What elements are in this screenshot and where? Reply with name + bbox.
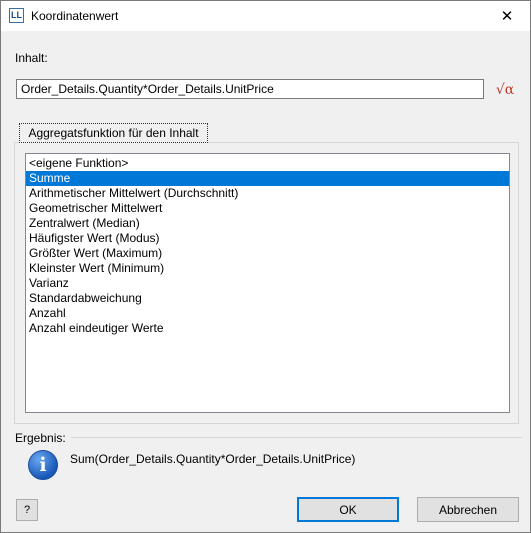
app-icon: LL xyxy=(9,8,24,23)
list-item[interactable]: Häufigster Wert (Modus) xyxy=(26,231,509,246)
window-title: Koordinatenwert xyxy=(31,9,119,23)
list-item[interactable]: Anzahl eindeutiger Werte xyxy=(26,321,509,336)
list-item[interactable]: Arithmetischer Mittelwert (Durchschnitt) xyxy=(26,186,509,201)
result-label: Ergebnis: xyxy=(15,431,66,445)
content-input[interactable]: Order_Details.Quantity*Order_Details.Uni… xyxy=(16,79,484,99)
list-item[interactable]: Zentralwert (Median) xyxy=(26,216,509,231)
close-icon[interactable]: ✕ xyxy=(484,1,530,31)
tab-aggregate-function[interactable]: Aggregatsfunktion für den Inhalt xyxy=(19,123,208,143)
list-item[interactable]: Standardabweichung xyxy=(26,291,509,306)
result-text: Sum(Order_Details.Quantity*Order_Details… xyxy=(70,452,356,466)
aggregate-function-list[interactable]: <eigene Funktion> Summe Arithmetischer Mit… xyxy=(25,153,510,413)
list-item[interactable]: Varianz xyxy=(26,276,509,291)
list-item[interactable]: Größter Wert (Maximum) xyxy=(26,246,509,261)
list-item[interactable]: Anzahl xyxy=(26,306,509,321)
title-bar[interactable]: LL Koordinatenwert ✕ xyxy=(1,1,530,31)
info-icon: i xyxy=(28,450,58,480)
list-item[interactable]: Geometrischer Mittelwert xyxy=(26,201,509,216)
content-label: Inhalt: xyxy=(15,51,48,65)
ok-button[interactable]: OK xyxy=(297,497,399,522)
formula-wizard-icon[interactable]: √α xyxy=(494,80,516,100)
cancel-button[interactable]: Abbrechen xyxy=(417,497,519,522)
list-item[interactable]: Summe xyxy=(26,171,509,186)
result-divider xyxy=(71,437,522,438)
coordinate-value-dialog: LL Koordinatenwert ✕ Inhalt: Order_Detai… xyxy=(0,0,531,533)
list-item[interactable]: <eigene Funktion> xyxy=(26,156,509,171)
list-item[interactable]: Kleinster Wert (Minimum) xyxy=(26,261,509,276)
help-icon[interactable]: ? xyxy=(16,499,38,521)
